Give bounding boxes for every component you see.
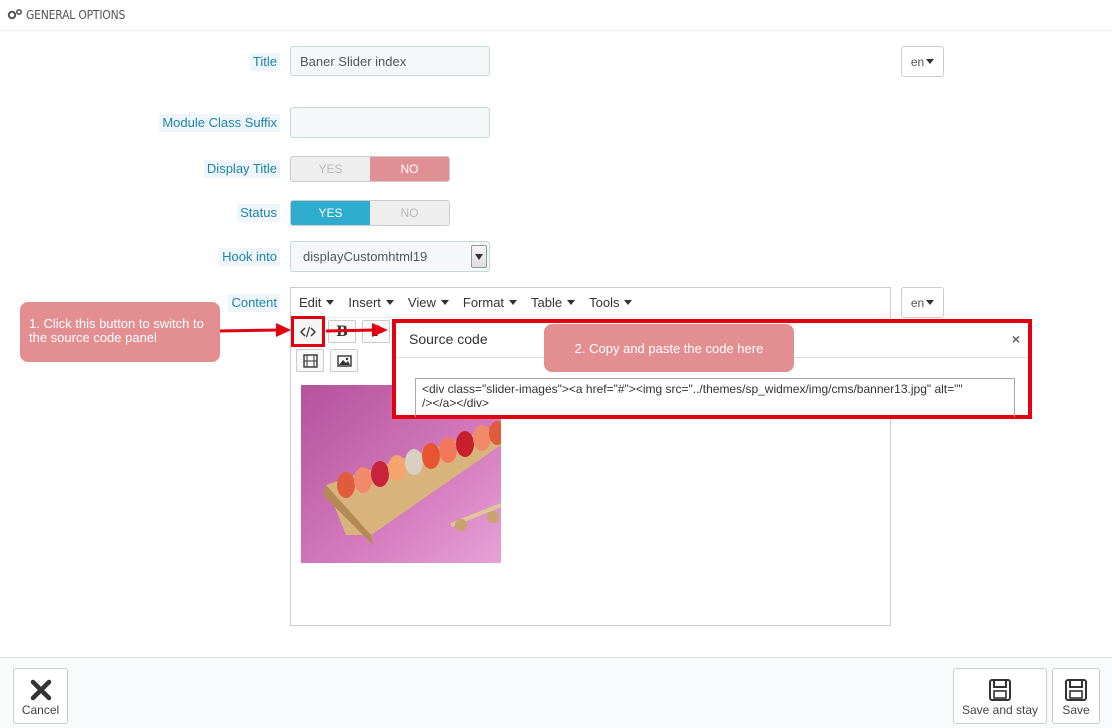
menu-tools-label: Tools [589, 295, 620, 310]
status-label: Status [237, 204, 280, 222]
display-title-label-wrap: Display Title [0, 160, 280, 180]
chevron-down-icon [926, 59, 935, 64]
module-class-suffix-input[interactable] [290, 107, 490, 138]
status-switch[interactable]: YES NO [290, 200, 450, 226]
step2-arrowhead [372, 323, 388, 337]
step2-callout: 2. Copy and paste the code here [544, 324, 794, 372]
chevron-down-icon [471, 245, 487, 268]
status-yes[interactable]: YES [291, 201, 370, 225]
status-no[interactable]: NO [370, 201, 449, 225]
title-language-dropdown[interactable]: en [901, 46, 944, 77]
content-label: Content [228, 294, 280, 312]
section-title: GENERAL OPTIONS [26, 8, 126, 22]
content-language-value: en [910, 295, 925, 310]
status-label-wrap: Status [0, 204, 280, 224]
source-code-textarea[interactable]: <div class="slider-images"><a href="#"><… [415, 378, 1015, 417]
save-button[interactable]: Save [1052, 668, 1100, 724]
step1-callout: 1. Click this button to switch to the so… [20, 302, 220, 362]
chevron-down-icon [624, 300, 633, 305]
chevron-down-icon [326, 300, 335, 305]
hook-into-label: Hook into [219, 248, 280, 266]
save-and-stay-button[interactable]: Save and stay [953, 668, 1047, 724]
hook-label-wrap: Hook into [0, 248, 280, 268]
chevron-down-icon [926, 300, 935, 305]
step1-arrow [219, 328, 281, 333]
close-icon [30, 679, 51, 701]
title-label: Title [249, 53, 280, 71]
content-language-dropdown[interactable]: en [901, 287, 944, 318]
module-class-suffix-label: Module Class Suffix [159, 114, 280, 132]
chevron-down-icon [509, 300, 518, 305]
menu-table[interactable]: Table [531, 295, 576, 310]
editor-menubar: Edit Insert View Format Table Tools [291, 288, 890, 318]
cancel-button[interactable]: Cancel [13, 668, 68, 724]
display-title-switch[interactable]: YES NO [290, 156, 450, 182]
menu-insert-label: Insert [348, 295, 381, 310]
title-label-wrap: Title [0, 53, 280, 73]
editor-toolbar-row-2 [293, 349, 361, 373]
save-icon [989, 679, 1011, 701]
film-icon[interactable] [296, 349, 324, 372]
menu-insert[interactable]: Insert [348, 295, 394, 310]
arrows-overlay [219, 323, 388, 337]
display-title-yes[interactable]: YES [291, 157, 370, 181]
form-footer: Cancel Save and stay Save [0, 657, 1112, 728]
title-input-value: Baner Slider index [300, 53, 407, 69]
cancel-label: Cancel [21, 703, 60, 717]
suffix-label-wrap: Module Class Suffix [0, 114, 280, 134]
menu-edit[interactable]: Edit [299, 295, 335, 310]
image-icon[interactable] [330, 349, 358, 372]
menu-tools[interactable]: Tools [589, 295, 633, 310]
cogs-icon [7, 8, 23, 23]
chevron-down-icon [385, 300, 394, 305]
save-label: Save [1062, 703, 1090, 717]
menu-view-label: View [407, 295, 436, 310]
chevron-down-icon [440, 300, 449, 305]
hook-into-select[interactable]: displayCustomhtml19 [290, 241, 490, 272]
menu-format[interactable]: Format [462, 295, 518, 310]
close-icon[interactable]: × [1012, 331, 1020, 347]
title-language-value: en [910, 54, 925, 69]
save-and-stay-label: Save and stay [961, 703, 1039, 717]
chevron-down-icon [567, 300, 576, 305]
display-title-no[interactable]: NO [370, 157, 449, 181]
display-title-label: Display Title [203, 160, 280, 178]
menu-format-label: Format [462, 295, 505, 310]
menu-view[interactable]: View [408, 295, 449, 310]
panel-heading: GENERAL OPTIONS [0, 0, 1112, 31]
step1-arrowhead [276, 323, 291, 337]
title-input[interactable]: Baner Slider index [290, 46, 490, 76]
menu-edit-label: Edit [299, 295, 322, 310]
save-icon [1065, 679, 1087, 701]
module-config-page: GENERAL OPTIONS Title Baner Slider index… [0, 0, 1112, 728]
menu-table-label: Table [531, 295, 563, 310]
step2-arrow [325, 328, 377, 333]
dialog-title: Source code [409, 331, 488, 347]
hook-into-value: displayCustomhtml19 [303, 249, 428, 264]
